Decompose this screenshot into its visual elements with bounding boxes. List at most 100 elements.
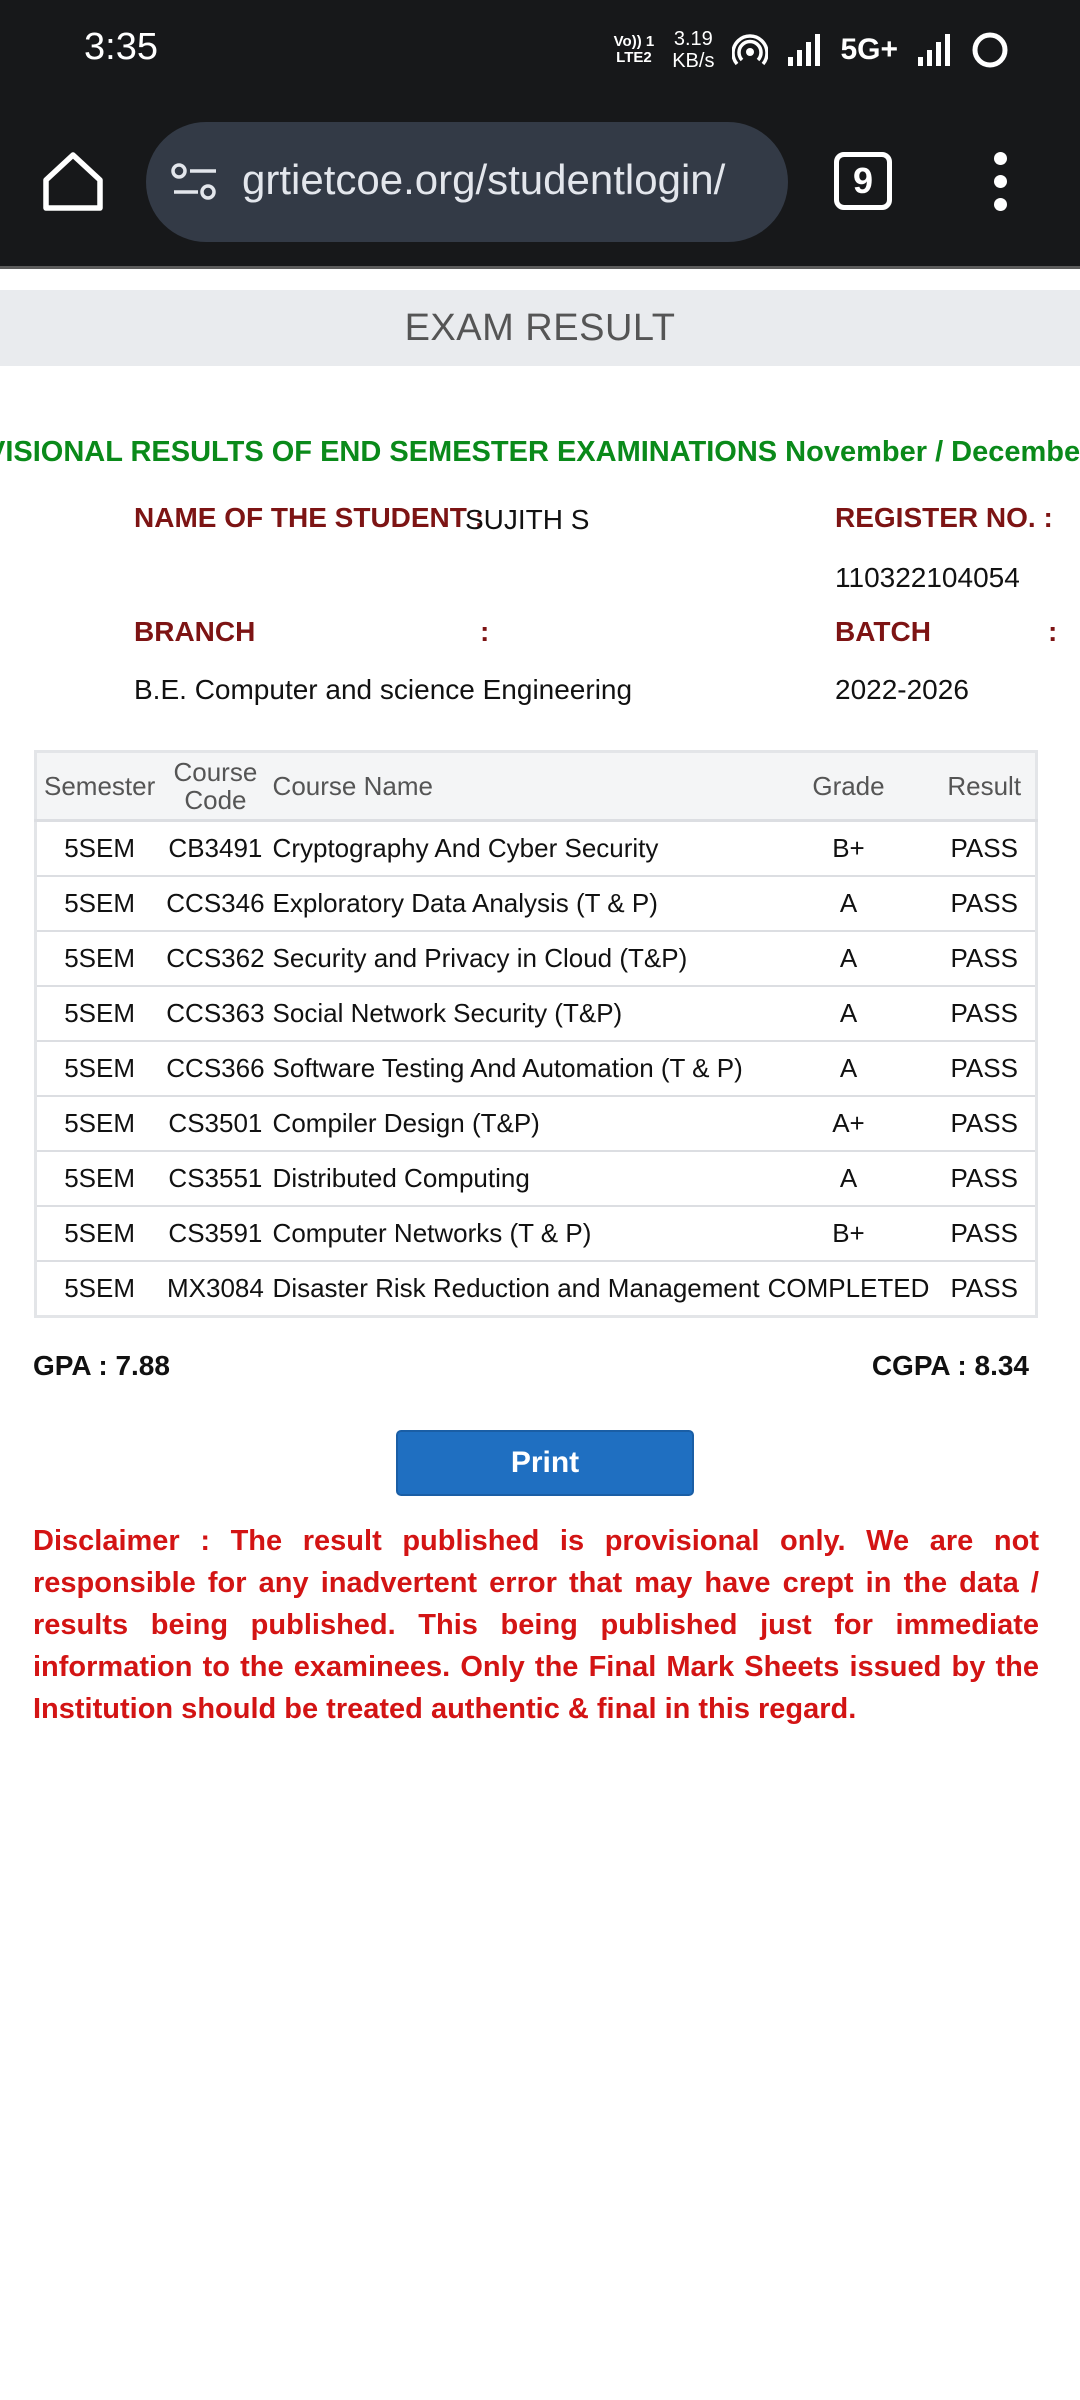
cell-result: PASS	[933, 1095, 1037, 1151]
volte-indicator: Vo)) 1 LTE2	[614, 34, 655, 66]
student-name-label: NAME OF THE STUDENT :	[134, 502, 484, 533]
table-row: 5SEM CS3551 Distributed Computing A PASS	[35, 1150, 1037, 1206]
cell-course-code: CB3491	[162, 819, 269, 876]
cell-course-name: Compiler Design (T&P)	[268, 1095, 764, 1151]
cell-semester: 5SEM	[35, 1095, 163, 1151]
menu-icon[interactable]	[986, 148, 1016, 214]
cell-result: PASS	[933, 1040, 1037, 1096]
branch-value: B.E. Computer and science Engineering	[134, 674, 633, 705]
hotspot-icon	[732, 32, 769, 68]
table-row: 5SEM CB3491 Cryptography And Cyber Secur…	[35, 819, 1037, 876]
cell-semester: 5SEM	[35, 1205, 163, 1261]
gpa-value: GPA : 7.88	[33, 1350, 170, 1381]
cell-course-name: Software Testing And Automation (T & P)	[268, 1040, 764, 1096]
cell-semester: 5SEM	[35, 1150, 163, 1206]
page-divider	[0, 266, 1080, 269]
home-button[interactable]	[38, 146, 108, 216]
cell-semester: 5SEM	[35, 930, 163, 986]
network-speed: 3.19 KB/s	[672, 28, 714, 72]
network-type: 5G+	[840, 33, 898, 66]
cgpa-value: CGPA : 8.34	[871, 1350, 1029, 1381]
header-course-name: Course Name	[268, 751, 764, 822]
network-speed-value: 3.19	[673, 28, 713, 50]
browser-toolbar: grtietcoe.org/studentlogin/ 9	[0, 100, 1080, 266]
status-icons: Vo)) 1 LTE2 3.19 KB/s 5G+	[614, 22, 1010, 78]
signal-2-icon	[916, 33, 952, 67]
cell-semester: 5SEM	[35, 1260, 163, 1317]
table-row: 5SEM CCS363 Social Network Security (T&P…	[35, 985, 1037, 1041]
network-speed-unit: KB/s	[672, 50, 715, 72]
cell-result: PASS	[933, 1150, 1037, 1206]
cell-semester: 5SEM	[35, 985, 163, 1041]
cell-result: PASS	[933, 819, 1037, 876]
table-row: 5SEM CS3591 Computer Networks (T & P) B+…	[35, 1205, 1037, 1261]
cell-course-name: Exploratory Data Analysis (T & P)	[268, 875, 764, 931]
cell-course-code: CCS346	[162, 875, 269, 931]
cell-course-name: Disaster Risk Reduction and Management	[268, 1260, 764, 1317]
cell-grade: A	[763, 985, 934, 1041]
cell-grade: A+	[763, 1095, 934, 1151]
table-row: 5SEM MX3084 Disaster Risk Reduction and …	[35, 1260, 1037, 1317]
site-settings-icon[interactable]	[170, 160, 220, 204]
cell-grade: A	[763, 875, 934, 931]
cell-course-name: Distributed Computing	[268, 1150, 764, 1206]
table-row: 5SEM CCS346 Exploratory Data Analysis (T…	[35, 875, 1037, 931]
cell-result: PASS	[933, 985, 1037, 1041]
cell-result: PASS	[933, 930, 1037, 986]
results-headline-text: VISIONAL RESULTS OF END SEMESTER EXAMINA…	[0, 436, 1080, 468]
header-grade: Grade	[763, 751, 934, 822]
cell-grade: A	[763, 1040, 934, 1096]
status-bar: 3:35 Vo)) 1 LTE2 3.19 KB/s 5G+	[0, 0, 1080, 100]
url-text[interactable]: grtietcoe.org/studentlogin/	[242, 156, 725, 204]
header-course-code: Course Code	[162, 751, 269, 822]
print-button[interactable]: Print	[396, 1430, 694, 1496]
cell-course-code: CS3551	[162, 1150, 269, 1206]
student-name-value: SUJITH S	[465, 504, 590, 535]
cell-grade: B+	[763, 819, 934, 876]
cell-semester: 5SEM	[35, 1040, 163, 1096]
header-semester: Semester	[35, 751, 163, 822]
cell-course-code: CCS363	[162, 985, 269, 1041]
cell-course-code: CCS366	[162, 1040, 269, 1096]
cell-course-name: Cryptography And Cyber Security	[268, 819, 764, 876]
cell-course-code: CCS362	[162, 930, 269, 986]
status-time: 3:35	[84, 26, 158, 68]
cell-semester: 5SEM	[35, 819, 163, 876]
cell-course-name: Computer Networks (T & P)	[268, 1205, 764, 1261]
register-no-label: REGISTER NO. :	[835, 502, 1053, 533]
branch-label: BRANCH	[134, 616, 256, 647]
batch-colon: :	[1048, 616, 1058, 647]
page-title: EXAM RESULT	[404, 307, 676, 349]
results-headline: VISIONAL RESULTS OF END SEMESTER EXAMINA…	[0, 436, 1080, 469]
cell-course-name: Social Network Security (T&P)	[268, 985, 764, 1041]
web-page: EXAM RESULT VISIONAL RESULTS OF END SEME…	[0, 266, 1080, 2400]
batch-value: 2022-2026	[835, 674, 969, 705]
cell-course-code: MX3084	[162, 1260, 269, 1317]
table-row: 5SEM CCS366 Software Testing And Automat…	[35, 1040, 1037, 1096]
cell-grade: B+	[763, 1205, 934, 1261]
title-bar: EXAM RESULT	[0, 290, 1080, 366]
battery-icon	[970, 30, 1010, 70]
cell-grade: A	[763, 1150, 934, 1206]
table-row: 5SEM CS3501 Compiler Design (T&P) A+ PAS…	[35, 1095, 1037, 1151]
cell-result: PASS	[933, 1260, 1037, 1317]
results-table: Semester Course Code Course Name Grade R…	[34, 750, 1038, 1318]
volte-line-2: LTE2	[616, 49, 652, 66]
header-result: Result	[933, 751, 1037, 822]
address-bar[interactable]: grtietcoe.org/studentlogin/	[146, 122, 788, 242]
volte-line-1: Vo)) 1	[613, 33, 655, 50]
home-icon	[43, 152, 103, 211]
tab-switcher-button[interactable]: 9	[834, 152, 892, 210]
cell-course-code: CS3591	[162, 1205, 269, 1261]
cell-grade: COMPLETED	[763, 1260, 934, 1317]
table-header-row: Semester Course Code Course Name Grade R…	[35, 751, 1037, 822]
cell-grade: A	[763, 930, 934, 986]
batch-label: BATCH	[835, 616, 931, 647]
table-row: 5SEM CCS362 Security and Privacy in Clou…	[35, 930, 1037, 986]
cell-semester: 5SEM	[35, 875, 163, 931]
cell-course-code: CS3501	[162, 1095, 269, 1151]
cell-result: PASS	[933, 875, 1037, 931]
branch-colon: :	[480, 616, 490, 647]
signal-1-icon	[786, 33, 822, 67]
disclaimer-text: Disclaimer : The result published is pro…	[33, 1525, 1039, 1725]
